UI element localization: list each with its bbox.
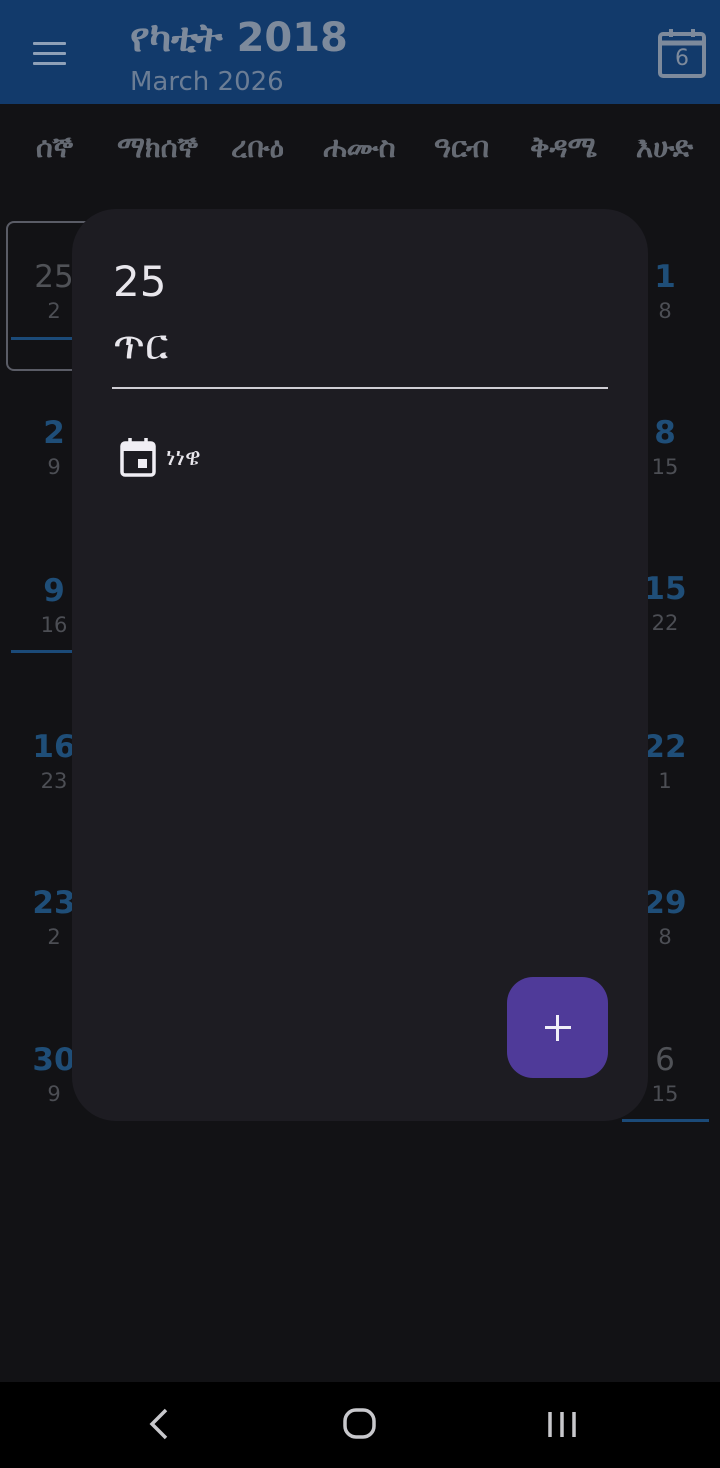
event-label: ነነዌ: [166, 443, 201, 471]
home-icon[interactable]: [342, 1406, 378, 1442]
add-event-button[interactable]: [507, 977, 608, 1078]
weekday-label: ዓርብ: [433, 130, 490, 164]
dialog-month-name: ጥር: [113, 320, 169, 369]
weekday-label: ቅዳሜ: [529, 130, 598, 164]
back-icon[interactable]: [144, 1406, 174, 1442]
weekday-label: ረቡዕ: [231, 130, 284, 164]
dialog-divider: [112, 387, 608, 389]
dialog-day-number: 25: [113, 257, 167, 306]
event-calendar-icon: [120, 438, 156, 477]
weekday-label: ሐሙስ: [323, 130, 396, 164]
hamburger-menu-icon[interactable]: [30, 40, 70, 68]
recent-apps-icon[interactable]: [544, 1406, 580, 1442]
weekday-label: ማክሰኞ: [117, 130, 198, 164]
week-underline: [11, 337, 73, 340]
day-detail-dialog: 25 ጥር ነነዌ: [72, 209, 648, 1121]
page-title: የካቲት 2018: [130, 15, 348, 61]
today-date-badge: 6: [675, 46, 689, 71]
page-subtitle: March 2026: [130, 67, 284, 97]
weekday-label: እሁድ: [635, 130, 694, 164]
app-bar: የካቲት 2018 March 2026 6: [0, 0, 720, 104]
week-underline: [622, 1119, 709, 1122]
weekday-label: ሰኞ: [35, 130, 74, 164]
system-navigation-bar: [0, 1382, 720, 1468]
weekday-header: ሰኞ ማክሰኞ ረቡዕ ሐሙስ ዓርብ ቅዳሜ እሁድ: [0, 130, 720, 180]
today-button[interactable]: 6: [655, 26, 709, 80]
week-underline: [11, 650, 73, 653]
